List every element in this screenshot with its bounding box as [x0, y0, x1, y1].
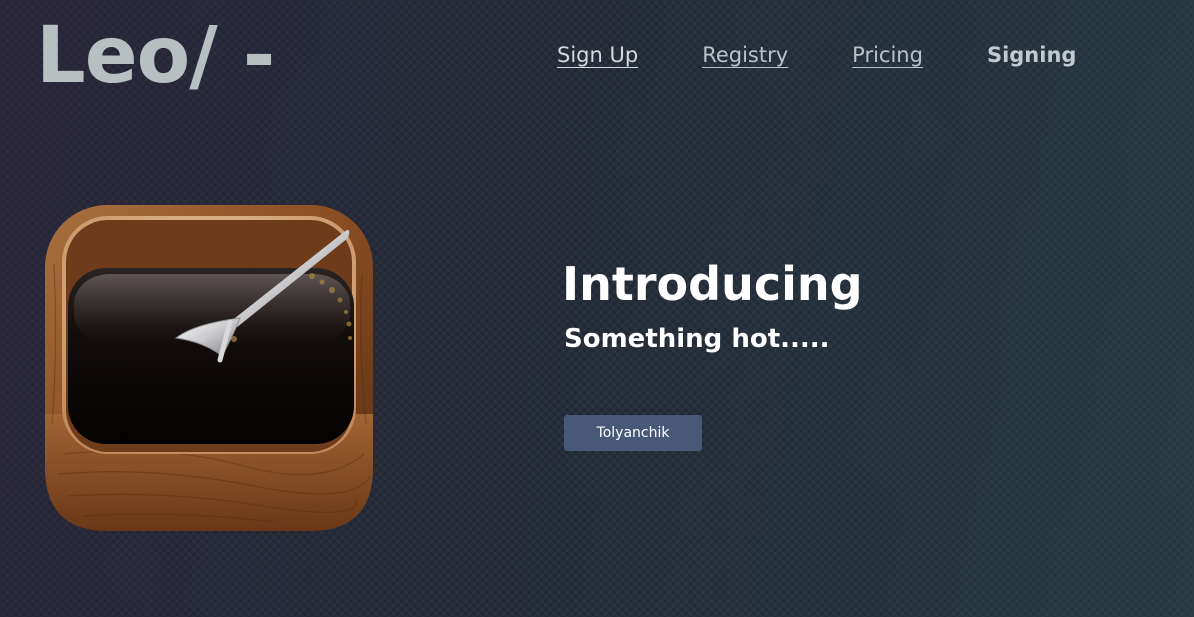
nav-link-sign-up[interactable]: Sign Up	[557, 40, 638, 70]
site-logo[interactable]: Leo/ -	[36, 6, 275, 106]
tolyanchik-button[interactable]: Tolyanchik	[564, 415, 702, 451]
nav-link-registry[interactable]: Registry	[702, 40, 788, 70]
hero-subtitle: Something hot.....	[564, 324, 830, 354]
main-nav: Sign Up Registry Pricing Signing	[557, 40, 1076, 70]
hero-title: Introducing	[562, 257, 863, 311]
nav-link-pricing[interactable]: Pricing	[852, 40, 923, 70]
nav-link-signing[interactable]: Signing	[987, 40, 1077, 70]
coffee-cup-app-icon	[44, 204, 374, 532]
